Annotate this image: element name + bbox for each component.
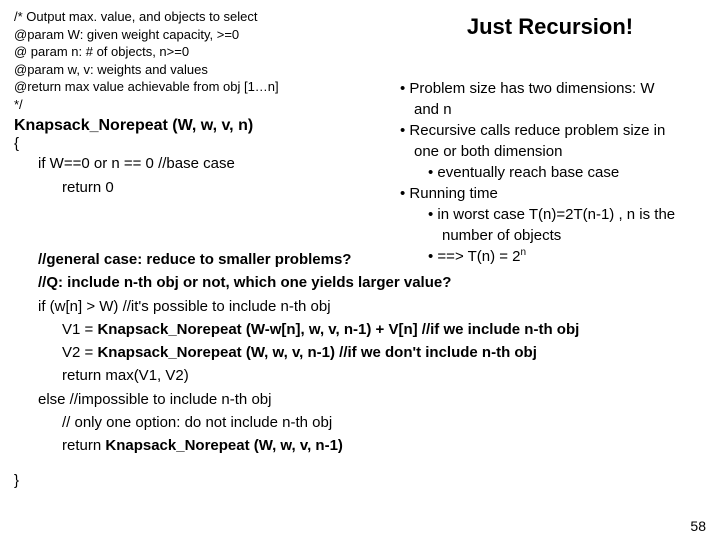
bullet: • Problem size has two dimensions: W [400,78,700,99]
bullet: • Recursive calls reduce problem size in [400,120,700,141]
base-case-if: if W==0 or n == 0 //base case [14,152,394,175]
return-else: return Knapsack_Norepeat (W, w, v, n-1) [14,434,706,457]
function-signature: Knapsack_Norepeat (W, w, v, n) [14,117,394,135]
doc-line: @param W: given weight capacity, >=0 [14,26,394,44]
ret-call: Knapsack_Norepeat (W, w, v, n-1) [105,437,343,454]
v1-prefix: V1 = [62,321,97,338]
doc-line: @ param n: # of objects, n>=0 [14,43,394,61]
bullet-cont: one or both dimension [400,141,700,162]
doc-line: @return max value achievable from obj [1… [14,78,394,96]
if-condition: if (w[n] > W) //it's possible to include… [14,295,706,318]
sub-bullet: • eventually reach base case [400,162,700,183]
bullet-list: • Problem size has two dimensions: W and… [400,78,700,267]
open-brace: { [14,135,394,152]
slide-title: Just Recursion! [400,14,700,40]
left-column: /* Output max. value, and objects to sel… [14,8,394,199]
v2-prefix: V2 = [62,344,97,361]
only-option-comment: // only one option: do not include n-th … [14,411,706,434]
sub-bullet: • in worst case T(n)=2T(n-1) , n is the [400,204,700,225]
general-comment: //general case: reduce to smaller proble… [14,248,706,271]
page-number: 58 [690,518,706,534]
close-brace: } [14,469,706,492]
v1-call: Knapsack_Norepeat (W-w[n], w, v, n-1) + … [97,321,579,338]
v2-assign: V2 = Knapsack_Norepeat (W, w, v, n-1) //… [14,341,706,364]
return-max: return max(V1, V2) [14,364,706,387]
v2-call: Knapsack_Norepeat (W, w, v, n-1) //if we… [97,344,536,361]
doc-line: @param w, v: weights and values [14,61,394,79]
doc-comment: /* Output max. value, and objects to sel… [14,8,394,113]
sub-bullet-cont: number of objects [400,225,700,246]
bullet-cont: and n [400,99,700,120]
doc-line: /* Output max. value, and objects to sel… [14,8,394,26]
doc-line: */ [14,96,394,114]
right-column: Just Recursion! • Problem size has two d… [400,14,700,267]
bullet: • Running time [400,183,700,204]
else-line: else //impossible to include n-th obj [14,388,706,411]
ret-prefix: return [62,437,105,454]
base-case-return: return 0 [14,176,394,199]
question-comment: //Q: include n-th obj or not, which one … [14,271,706,294]
slide: /* Output max. value, and objects to sel… [0,0,720,540]
code-block: //general case: reduce to smaller proble… [14,248,706,493]
v1-assign: V1 = Knapsack_Norepeat (W-w[n], w, v, n-… [14,318,706,341]
